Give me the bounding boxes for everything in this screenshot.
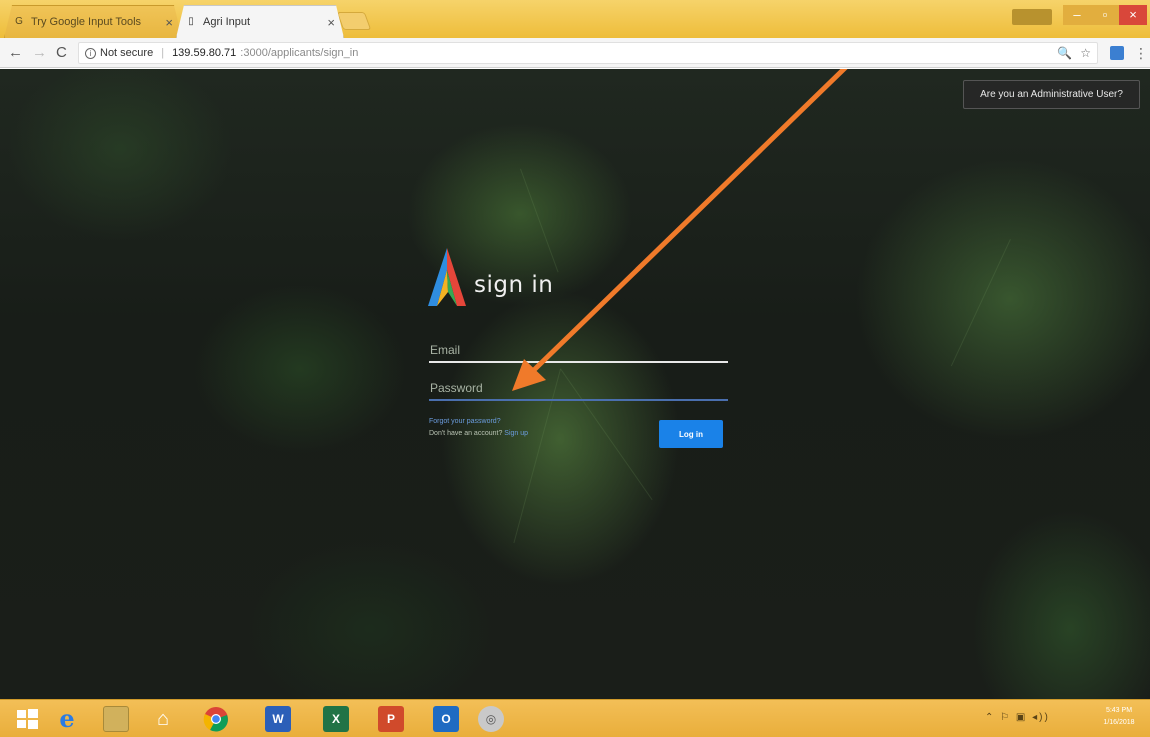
zoom-icon[interactable]: 🔍: [1057, 43, 1072, 63]
powerpoint-icon[interactable]: P: [378, 706, 404, 732]
password-input[interactable]: [429, 377, 728, 399]
page-favicon-icon: ▯: [188, 16, 194, 27]
forgot-password-link[interactable]: Forgot your password?: [429, 418, 501, 425]
profile-badge[interactable]: [1012, 9, 1052, 25]
address-bar[interactable]: i Not secure | 139.59.80.71:3000/applica…: [78, 42, 1098, 64]
browser-tab-strip: G Try Google Input Tools × ▯ Agri Input …: [0, 0, 1150, 38]
page-title: sign in: [474, 272, 554, 298]
leaf-texture: [520, 168, 559, 273]
leaf-texture: [950, 239, 1011, 367]
tab-title: Try Google Input Tools: [31, 16, 142, 28]
tab-title: Agri Input: [203, 16, 251, 28]
forward-arrow-icon[interactable]: →: [32, 44, 47, 62]
google-favicon-icon: G: [15, 16, 23, 27]
system-tray[interactable]: ⌃ ⚐ ▣ ◂)): [985, 712, 1050, 723]
clock-date: 1/16/2018: [1103, 719, 1135, 726]
browser-toolbar: ← → C i Not secure | 139.59.80.71:3000/a…: [0, 38, 1150, 68]
extension-icon[interactable]: [1110, 46, 1124, 60]
url-host: 139.59.80.71: [172, 47, 237, 59]
clock-time: 5:43 PM: [1105, 707, 1133, 714]
agri-logo-icon: [428, 248, 466, 306]
signup-prompt: Don't have an account? Sign up: [429, 430, 528, 437]
login-button[interactable]: Log in: [659, 420, 723, 448]
word-icon[interactable]: W: [265, 706, 291, 732]
back-arrow-icon[interactable]: ←: [8, 44, 23, 62]
separator: |: [161, 47, 165, 59]
signup-link[interactable]: Sign up: [504, 430, 528, 437]
tab-agri-input[interactable]: ▯ Agri Input ×: [176, 5, 344, 38]
maximize-button[interactable]: ▫: [1091, 5, 1119, 25]
minimize-button[interactable]: –: [1063, 5, 1091, 25]
excel-icon[interactable]: X: [323, 706, 349, 732]
windows-start-icon[interactable]: [14, 706, 40, 732]
new-tab-button[interactable]: [336, 12, 372, 30]
page-viewport: Are you an Administrative User? sign in …: [0, 69, 1150, 699]
file-explorer-icon[interactable]: [103, 706, 129, 732]
clock[interactable]: 5:43 PM 1/16/2018: [1094, 705, 1144, 729]
tab-google-input-tools[interactable]: G Try Google Input Tools ×: [4, 5, 182, 38]
annotation-arrow-icon: [512, 69, 848, 391]
tab-close-icon[interactable]: ×: [165, 15, 173, 30]
url-path: :3000/applicants/sign_in: [240, 47, 359, 59]
reload-icon[interactable]: C: [56, 44, 67, 62]
taskbar: e ⌂ W X P O ◎ ⌃ ⚐ ▣ ◂)) 5:43 PM 1/16/201…: [0, 699, 1150, 737]
outlook-icon[interactable]: O: [433, 706, 459, 732]
admin-user-button[interactable]: Are you an Administrative User?: [963, 80, 1140, 109]
app-icon[interactable]: ◎: [478, 706, 504, 732]
tab-close-icon[interactable]: ×: [327, 15, 335, 30]
email-field[interactable]: [429, 339, 728, 363]
internet-explorer-icon[interactable]: e: [54, 706, 80, 732]
signup-prefix: Don't have an account?: [429, 430, 505, 437]
browser-menu-icon[interactable]: ⋮: [1134, 44, 1148, 62]
home-icon[interactable]: ⌂: [150, 706, 176, 732]
security-label: Not secure: [100, 47, 154, 59]
chrome-icon[interactable]: [203, 706, 229, 732]
password-field[interactable]: [429, 377, 728, 401]
email-input[interactable]: [429, 339, 728, 361]
info-icon[interactable]: i: [85, 47, 96, 59]
bookmark-star-icon[interactable]: ☆: [1080, 43, 1091, 63]
close-window-button[interactable]: ×: [1119, 5, 1147, 25]
